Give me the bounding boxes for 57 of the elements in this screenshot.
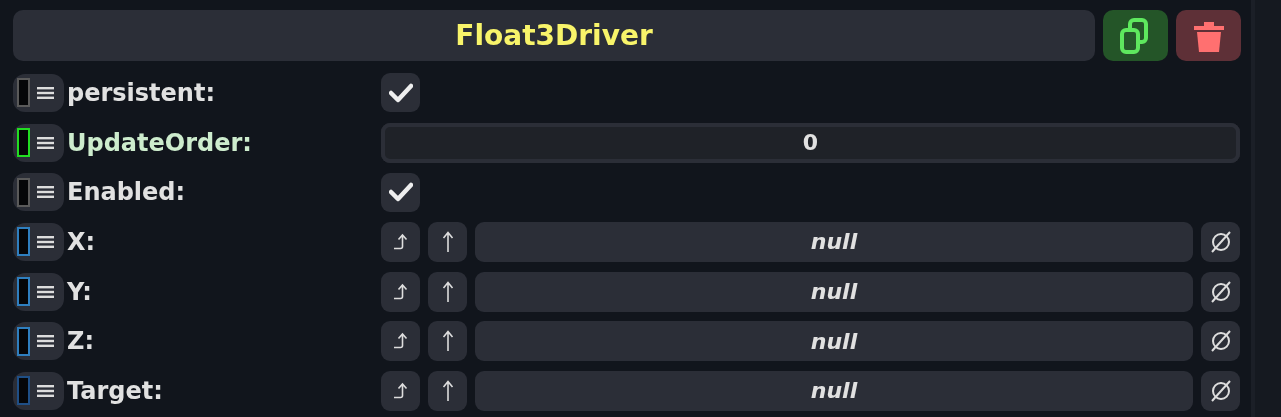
jump-button[interactable] [381,271,420,312]
open-button[interactable] [428,370,467,411]
clear-button[interactable] [1201,370,1240,411]
connector-handle[interactable] [13,371,64,410]
checkbox[interactable] [381,73,420,113]
checkmark-icon [388,182,413,203]
connector-handle[interactable] [13,73,64,112]
connector-handle[interactable] [13,222,64,261]
up-arrow-icon [441,379,454,402]
reference-field[interactable]: null [475,370,1193,411]
reference-field[interactable]: null [475,321,1193,362]
null-icon [1209,280,1232,303]
menu-icon [37,235,54,248]
open-button[interactable] [428,321,467,362]
null-icon [1209,230,1232,253]
turn-up-arrow-icon [392,381,409,400]
connector-handle[interactable] [13,322,64,361]
turn-up-arrow-icon [392,332,409,351]
connector-handle[interactable] [13,173,64,212]
field-label: Target: [66,376,164,405]
field-label: Y: [66,277,93,306]
checkmark-icon [388,82,413,103]
reference-field[interactable]: null [475,271,1193,312]
checkbox[interactable] [381,172,420,212]
jump-button[interactable] [381,370,420,411]
null-icon [1209,379,1232,402]
menu-icon [37,136,54,149]
menu-icon [37,335,54,348]
field-label: persistent: [66,78,216,107]
clear-button[interactable] [1201,321,1240,362]
turn-up-arrow-icon [392,282,409,301]
menu-icon [37,86,54,99]
turn-up-arrow-icon [392,232,409,251]
component-title: Float3Driver [13,10,1095,61]
field-label: X: [66,227,97,256]
duplicate-button[interactable] [1103,10,1168,61]
null-icon [1209,330,1232,353]
clear-button[interactable] [1201,271,1240,312]
connector-handle[interactable] [13,272,64,311]
field-label: UpdateOrder: [66,128,253,157]
reference-field[interactable]: null [475,221,1193,262]
number-field[interactable]: 0 [381,122,1240,163]
field-label: Enabled: [66,178,187,207]
up-arrow-icon [441,230,454,253]
field-label: Z: [66,327,95,356]
menu-icon [37,285,54,298]
menu-icon [37,384,54,397]
jump-button[interactable] [381,321,420,362]
open-button[interactable] [428,271,467,312]
up-arrow-icon [441,330,454,353]
connector-handle[interactable] [13,123,64,162]
menu-icon [37,186,54,199]
delete-button[interactable] [1176,10,1241,61]
jump-button[interactable] [381,221,420,262]
clear-button[interactable] [1201,221,1240,262]
up-arrow-icon [441,280,454,303]
open-button[interactable] [428,221,467,262]
